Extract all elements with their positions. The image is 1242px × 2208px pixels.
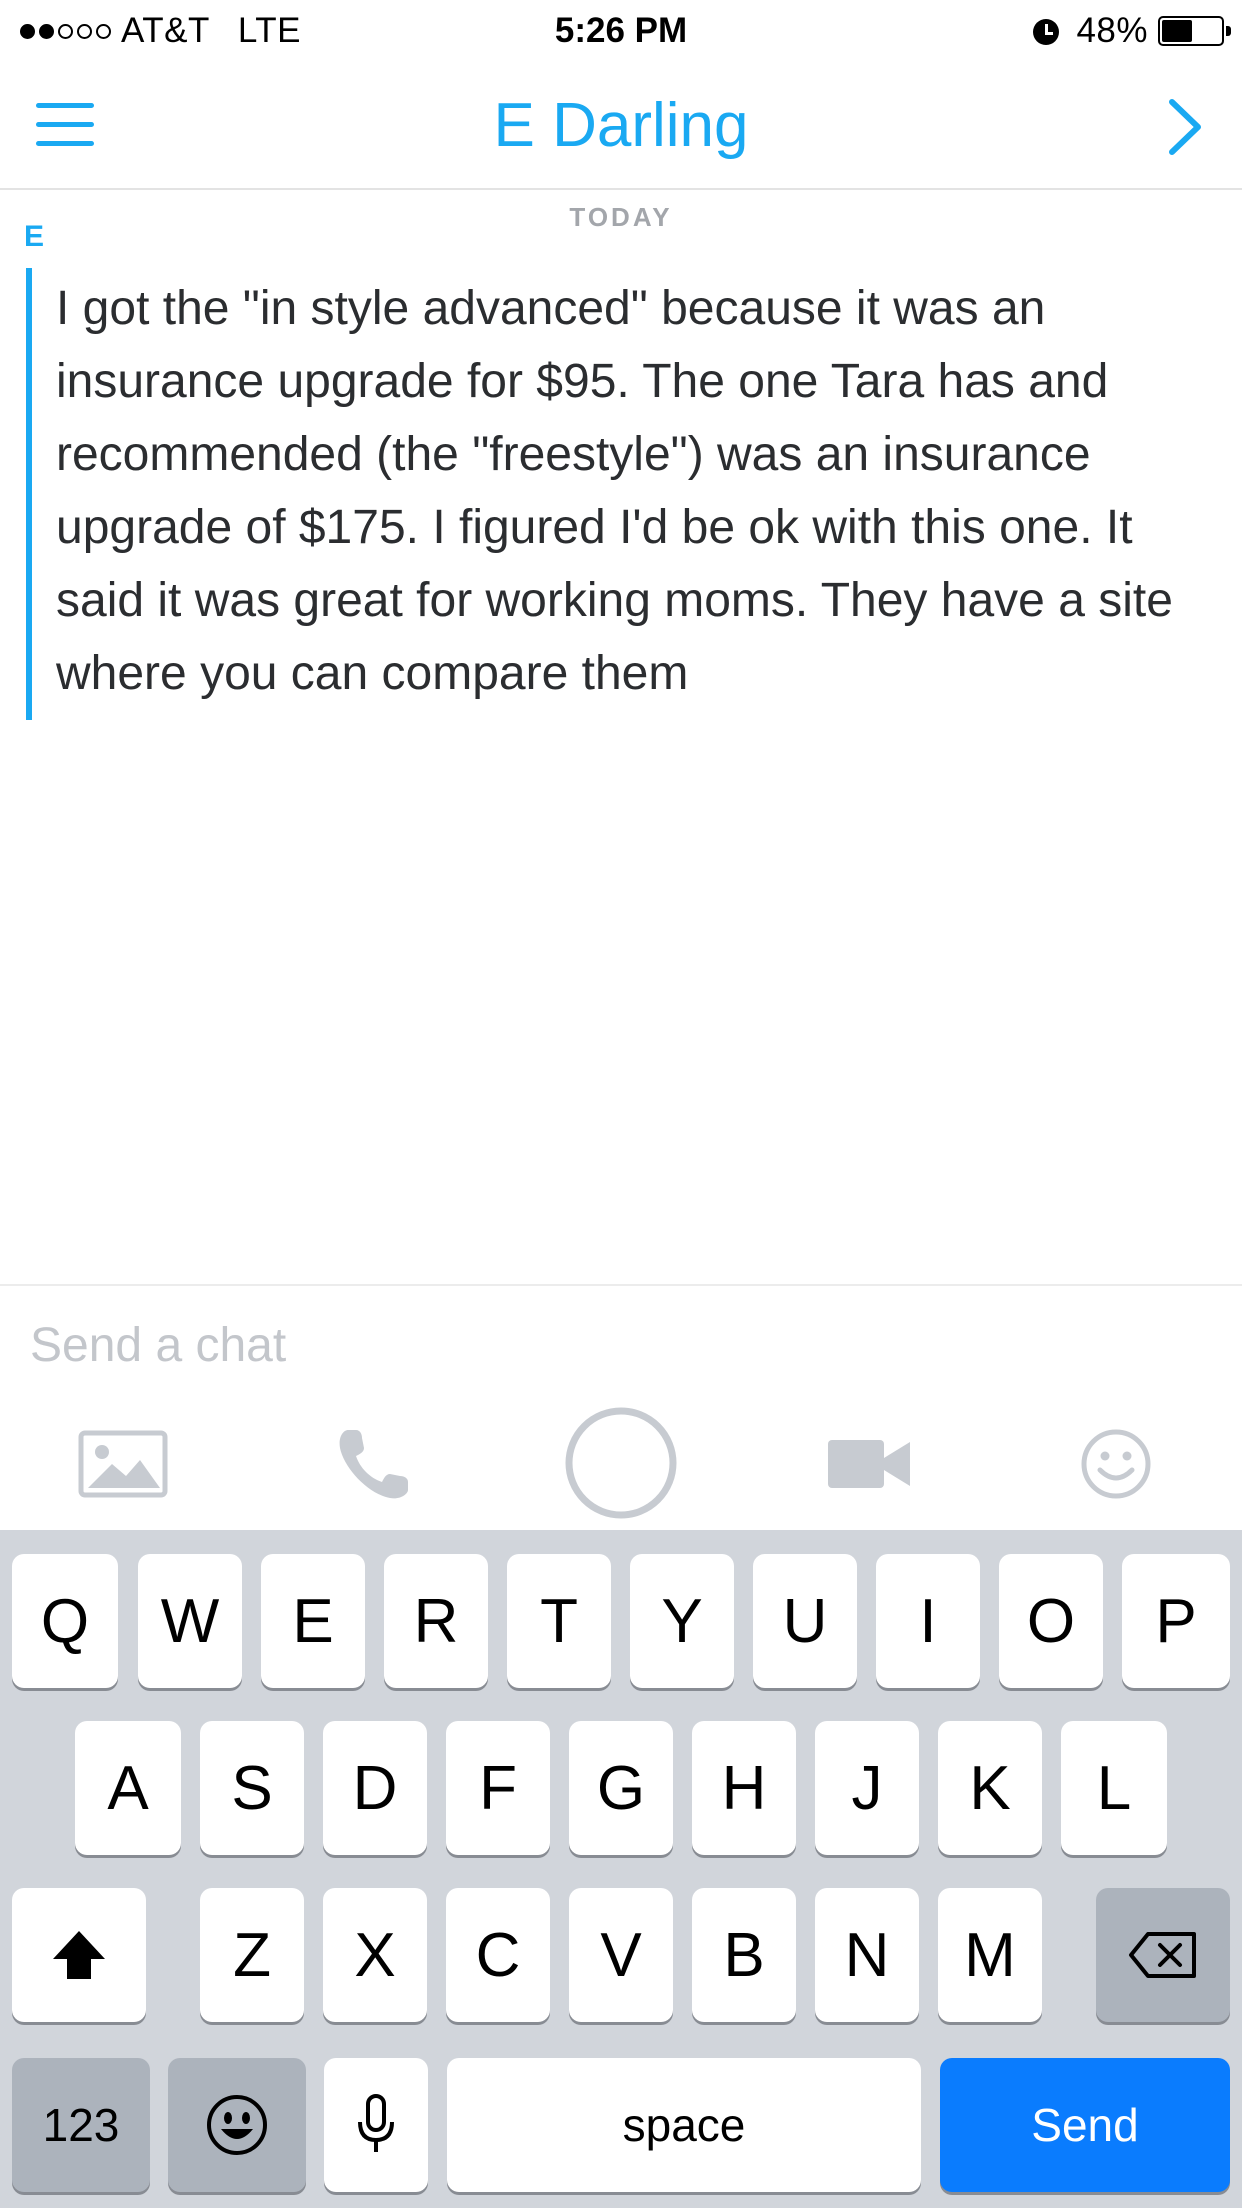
key-v[interactable]: V <box>569 1888 673 2022</box>
signal-strength-icon <box>20 23 111 39</box>
chat-header: E Darling <box>0 62 1242 190</box>
backspace-icon <box>1129 1932 1196 1978</box>
key-f[interactable]: F <box>446 1721 550 1855</box>
alarm-icon <box>1032 16 1060 46</box>
image-icon[interactable] <box>78 1430 168 1503</box>
key-x[interactable]: X <box>323 1888 427 2022</box>
battery-percent: 48% <box>1076 11 1148 50</box>
hamburger-icon-line <box>36 122 94 127</box>
chevron-right-icon <box>1169 99 1201 155</box>
key-w[interactable]: W <box>138 1554 242 1688</box>
key-d[interactable]: D <box>323 1721 427 1855</box>
date-separator: TODAY <box>569 202 673 232</box>
send-key[interactable]: Send <box>940 2058 1230 2192</box>
key-i[interactable]: I <box>876 1554 980 1688</box>
emoji-icon <box>207 2095 267 2155</box>
key-o[interactable]: O <box>999 1554 1103 1688</box>
hamburger-icon-line <box>36 141 94 146</box>
key-g[interactable]: G <box>569 1721 673 1855</box>
key-z[interactable]: Z <box>200 1888 304 2022</box>
menu-button[interactable] <box>36 100 94 150</box>
message-text: I got the "in style advanced" because it… <box>56 282 1173 700</box>
battery-icon <box>1158 16 1231 46</box>
chat-input[interactable] <box>30 1310 1210 1380</box>
space-key[interactable]: space <box>447 2058 921 2192</box>
smiley-icon[interactable] <box>1080 1428 1152 1505</box>
status-bar: AT&T LTE 5:26 PM 48% <box>0 0 1242 62</box>
key-u[interactable]: U <box>753 1554 857 1688</box>
key-q[interactable]: Q <box>12 1554 118 1688</box>
key-p[interactable]: P <box>1122 1554 1230 1688</box>
numbers-key[interactable]: 123 <box>12 2058 150 2192</box>
network-type: LTE <box>237 11 301 50</box>
key-k[interactable]: K <box>938 1721 1042 1855</box>
shift-arrow-icon <box>53 1931 105 1979</box>
carrier-name: AT&T <box>121 11 210 50</box>
emoji-key[interactable] <box>168 2058 306 2192</box>
composer <box>0 1284 1242 1404</box>
key-a[interactable]: A <box>75 1721 181 1855</box>
key-n[interactable]: N <box>815 1888 919 2022</box>
dictation-key[interactable] <box>324 2058 428 2192</box>
backspace-key[interactable] <box>1096 1888 1230 2022</box>
key-h[interactable]: H <box>692 1721 796 1855</box>
key-y[interactable]: Y <box>630 1554 734 1688</box>
microphone-icon <box>358 2094 394 2152</box>
key-t[interactable]: T <box>507 1554 611 1688</box>
key-j[interactable]: J <box>815 1721 919 1855</box>
key-e[interactable]: E <box>261 1554 365 1688</box>
key-m[interactable]: M <box>938 1888 1042 2022</box>
key-r[interactable]: R <box>384 1554 488 1688</box>
shift-key[interactable] <box>12 1888 146 2022</box>
chat-message[interactable]: I got the "in style advanced" because it… <box>26 268 1216 720</box>
key-l[interactable]: L <box>1061 1721 1167 1855</box>
keyboard: Q W E R T Y U I O P A S D F G H J K L Z … <box>0 1530 1242 2208</box>
hamburger-icon-line <box>36 103 94 108</box>
video-icon[interactable] <box>828 1436 910 1497</box>
phone-icon[interactable] <box>334 1424 414 1509</box>
contact-name: E Darling <box>493 91 749 160</box>
key-c[interactable]: C <box>446 1888 550 2022</box>
key-s[interactable]: S <box>200 1721 304 1855</box>
capture-circle-icon[interactable] <box>564 1406 678 1525</box>
key-b[interactable]: B <box>692 1888 796 2022</box>
forward-button[interactable] <box>1160 96 1208 158</box>
chat-toolbar <box>0 1400 1242 1528</box>
sender-initial: E <box>24 220 45 253</box>
